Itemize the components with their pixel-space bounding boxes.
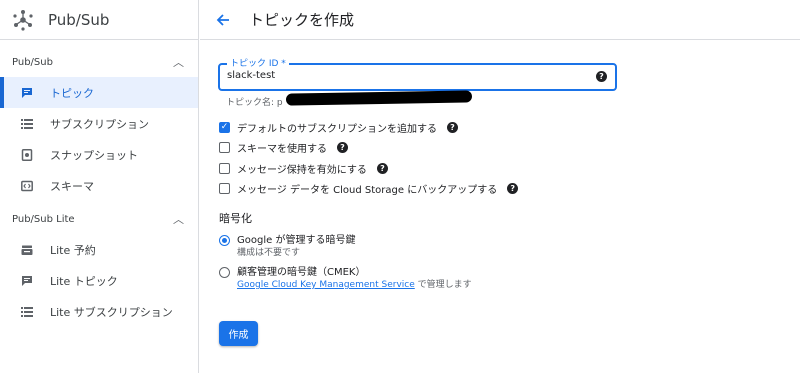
checkbox-label: スキーマを使用する [237, 144, 327, 155]
page-header: トピックを作成 [200, 0, 800, 40]
app-title: Pub/Sub [48, 10, 110, 29]
checkbox-message-retention[interactable]: メッセージ保持を有効にする ? [219, 161, 388, 176]
help-icon[interactable]: ? [507, 183, 519, 194]
checkbox-default-subscription[interactable]: ✓ デフォルトのサブスクリプションを追加する ? [219, 120, 458, 135]
chevron-up-icon[interactable]: ︿ [173, 54, 184, 70]
app-root: Pub/Sub Pub/Sub ︿ トピック サブスクリプション スナップショッ… [0, 0, 800, 373]
help-icon[interactable]: ? [376, 163, 388, 174]
topic-id-label: トピック ID * [227, 56, 289, 69]
reservation-icon [20, 243, 34, 257]
checkbox-checked-icon[interactable]: ✓ [219, 122, 230, 133]
list-icon [20, 305, 34, 319]
snapshot-icon [20, 148, 34, 162]
pubsub-logo-icon [13, 9, 33, 31]
sidebar-item-label: Lite トピック [50, 274, 118, 288]
sidebar-section-pubsub[interactable]: Pub/Sub ︿ [0, 47, 198, 77]
topic-id-input[interactable] [227, 70, 587, 81]
section-title: Pub/Sub Lite [12, 213, 75, 225]
radio-sublabel: 構成は不要です [237, 248, 301, 258]
sidebar-item-snapshots[interactable]: スナップショット [0, 139, 198, 170]
list-icon [20, 117, 34, 131]
radio-google-managed-key[interactable]: Google が管理する暗号鍵 構成は不要です [219, 234, 355, 259]
sidebar-item-label: スキーマ [50, 179, 94, 193]
sidebar-item-label: Lite 予約 [50, 243, 96, 257]
schema-icon [20, 179, 34, 193]
sidebar-item-lite-topics[interactable]: Lite トピック [0, 265, 198, 296]
sidebar-item-label: トピック [50, 86, 94, 100]
checkbox-unchecked-icon[interactable] [219, 163, 230, 174]
topic-icon [20, 274, 34, 288]
sidebar-item-label: スナップショット [50, 148, 138, 162]
topic-icon [20, 86, 34, 100]
brand: Pub/Sub [0, 0, 198, 40]
redaction-mark [285, 90, 473, 106]
page-title: トピックを作成 [249, 11, 355, 29]
back-arrow-icon[interactable] [213, 10, 233, 30]
sidebar-section-pubsub-lite[interactable]: Pub/Sub Lite ︿ [0, 204, 198, 234]
kms-link[interactable]: Google Cloud Key Management Service [237, 280, 415, 290]
sidebar-item-lite-reservations[interactable]: Lite 予約 [0, 234, 198, 265]
help-icon[interactable]: ? [447, 122, 458, 133]
help-icon[interactable]: ? [337, 142, 348, 153]
radio-unselected-icon[interactable] [219, 267, 230, 278]
create-button[interactable]: 作成 [219, 321, 258, 346]
topic-name-hint: トピック名: p [226, 98, 283, 108]
checkbox-cloud-storage-backup[interactable]: メッセージ データを Cloud Storage にバックアップする ? [219, 181, 519, 196]
section-title: Pub/Sub [12, 56, 53, 68]
checkbox-label: メッセージ データを Cloud Storage にバックアップする [237, 185, 498, 196]
checkbox-use-schema[interactable]: スキーマを使用する ? [219, 140, 348, 155]
topic-id-field[interactable]: トピック ID * ? [218, 56, 617, 91]
radio-label: Google が管理する暗号鍵 [237, 235, 356, 246]
chevron-up-icon[interactable]: ︿ [173, 211, 184, 227]
sidebar-item-label: Lite サブスクリプション [50, 305, 173, 319]
sidebar-item-lite-subscriptions[interactable]: Lite サブスクリプション [0, 296, 198, 327]
create-topic-form: トピック ID * ? トピック名: p ✓ デフォルトのサブスクリプションを追… [200, 40, 800, 373]
radio-sublabel-suffix: で管理します [414, 280, 472, 290]
radio-label: 顧客管理の暗号鍵（CMEK） [237, 267, 366, 278]
checkbox-unchecked-icon[interactable] [219, 142, 230, 153]
help-icon[interactable]: ? [596, 71, 607, 82]
sidebar-item-subscriptions[interactable]: サブスクリプション [0, 108, 198, 139]
radio-selected-icon[interactable] [219, 235, 230, 246]
sidebar-item-schemas[interactable]: スキーマ [0, 170, 198, 201]
checkbox-label: メッセージ保持を有効にする [237, 165, 367, 176]
checkbox-unchecked-icon[interactable] [219, 183, 230, 194]
radio-cmek[interactable]: 顧客管理の暗号鍵（CMEK） Google Cloud Key Manageme… [219, 266, 472, 291]
sidebar: Pub/Sub Pub/Sub ︿ トピック サブスクリプション スナップショッ… [0, 0, 199, 373]
sidebar-item-label: サブスクリプション [50, 117, 149, 131]
checkbox-label: デフォルトのサブスクリプションを追加する [237, 124, 437, 135]
encryption-title: 暗号化 [219, 212, 252, 225]
sidebar-item-topics[interactable]: トピック [0, 77, 198, 108]
